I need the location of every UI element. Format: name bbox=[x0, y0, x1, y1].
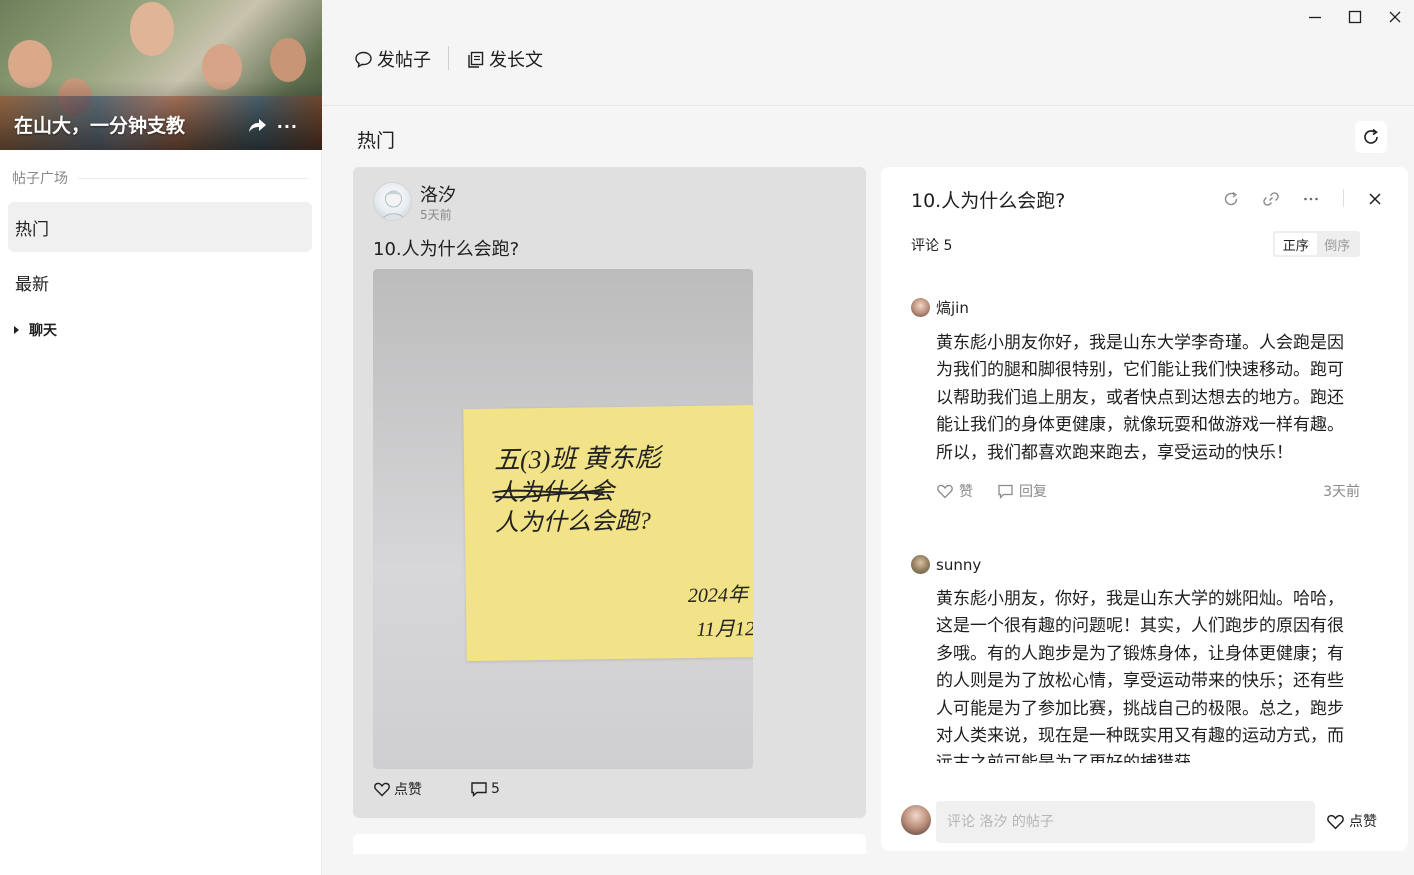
comment-button[interactable]: 5 bbox=[470, 780, 500, 798]
banner-figure bbox=[270, 38, 306, 82]
comment-like-label: 赞 bbox=[959, 484, 973, 501]
banner-title: 在山大，一分钟支教 bbox=[14, 115, 186, 137]
comment-reply-label: 回复 bbox=[1019, 484, 1047, 501]
note-line-2: 人为什么会跑? bbox=[495, 507, 651, 536]
sidebar-item-label: 热门 bbox=[15, 219, 49, 240]
comment-item: 熇jin 黄东彪小朋友你好，我是山东大学李奇瑾。人会跑是因为我们的腿和脚很特别，… bbox=[911, 297, 1371, 501]
more-icon[interactable]: ··· bbox=[277, 117, 298, 136]
comment-time: 3天前 bbox=[1323, 484, 1360, 501]
like-post-button[interactable]: 点赞 bbox=[1326, 811, 1377, 831]
banner-image[interactable]: 在山大，一分钟支教 ··· bbox=[0, 0, 322, 150]
sort-ascending-option[interactable]: 正序 bbox=[1275, 233, 1317, 255]
commenter-avatar[interactable] bbox=[911, 298, 930, 317]
comment-body: 黄东彪小朋友你好，我是山东大学李奇瑾。人会跑是因为我们的腿和脚很特别，它们能让我… bbox=[936, 333, 1344, 463]
sidebar-group-label: 聊天 bbox=[29, 323, 57, 339]
note-line-3: 2024年 bbox=[688, 584, 750, 607]
divider bbox=[78, 177, 308, 179]
comment-icon bbox=[471, 782, 487, 798]
section-label: 帖子广场 bbox=[12, 171, 68, 187]
user-avatar[interactable] bbox=[901, 805, 931, 835]
sidebar-item-latest[interactable]: 最新 bbox=[8, 257, 312, 307]
caret-right-icon bbox=[14, 326, 19, 334]
comment-item: sunny 黄东彪小朋友，你好，我是山东大学的姚阳灿。哈哈，这是一个很有趣的问题… bbox=[911, 555, 1371, 763]
section-header: 帖子广场 bbox=[12, 168, 308, 188]
post-card[interactable] bbox=[353, 834, 866, 854]
heart-icon bbox=[937, 484, 953, 499]
more-icon[interactable] bbox=[1299, 187, 1323, 211]
refresh-icon bbox=[1364, 128, 1378, 144]
minimize-icon[interactable] bbox=[1297, 6, 1333, 28]
author-avatar[interactable] bbox=[373, 182, 412, 221]
refresh-icon[interactable] bbox=[1219, 187, 1243, 211]
new-post-label: 发帖子 bbox=[377, 50, 431, 71]
post-detail-panel: 10.人为什么会跑? 评论 5 正序 倒序 熇jin 黄东彪小朋友你好，我是山东… bbox=[881, 167, 1408, 851]
comment-count: 5 bbox=[491, 781, 500, 797]
note-line-1: 五(3)班 黄东彪 bbox=[494, 443, 664, 474]
banner-figure bbox=[130, 2, 174, 56]
new-post-button[interactable]: 发帖子 bbox=[354, 46, 431, 72]
detail-title: 10.人为什么会跑? bbox=[911, 190, 1066, 212]
sidebar-item-label: 最新 bbox=[15, 274, 49, 295]
feed-title: 热门 bbox=[357, 130, 396, 152]
close-icon[interactable] bbox=[1363, 187, 1387, 211]
post-image[interactable]: 五(3)班 黄东彪 人为什么会 人为什么会跑? 2024年 11月12日 bbox=[373, 269, 753, 769]
comment-count-label: 评论 5 bbox=[911, 238, 953, 254]
speech-bubble-icon bbox=[355, 51, 372, 68]
link-icon[interactable] bbox=[1259, 187, 1283, 211]
new-article-button[interactable]: 发长文 bbox=[466, 46, 543, 72]
commenter-avatar[interactable] bbox=[911, 555, 930, 574]
comment-like-button[interactable]: 赞 bbox=[936, 481, 973, 501]
sticky-note: 五(3)班 黄东彪 人为什么会 人为什么会跑? 2024年 11月12日 bbox=[463, 404, 753, 662]
reply-icon bbox=[998, 484, 1013, 499]
divider bbox=[1343, 189, 1344, 207]
comment-body: 黄东彪小朋友，你好，我是山东大学的姚阳灿。哈哈，这是一个很有趣的问题呢！其实，人… bbox=[936, 589, 1344, 763]
note-line-4: 11月12日 bbox=[696, 618, 753, 641]
post-time: 5天前 bbox=[420, 208, 452, 222]
sort-descending-option[interactable]: 倒序 bbox=[1317, 233, 1359, 255]
sidebar-item-hot[interactable]: 热门 bbox=[8, 202, 312, 252]
comment-input[interactable] bbox=[936, 801, 1315, 843]
sidebar: 在山大，一分钟支教 ··· 帖子广场 热门 最新 聊天 bbox=[0, 0, 322, 875]
refresh-button[interactable] bbox=[1355, 121, 1387, 153]
post-author[interactable]: 洛汐 bbox=[420, 181, 456, 207]
handwriting: 五(3)班 黄东彪 人为什么会 人为什么会跑? 2024年 11月12日 bbox=[492, 443, 753, 641]
share-icon[interactable] bbox=[246, 114, 268, 136]
maximize-icon[interactable] bbox=[1337, 6, 1373, 28]
heart-icon bbox=[1327, 814, 1344, 829]
like-post-label: 点赞 bbox=[1349, 814, 1377, 830]
heart-icon bbox=[374, 782, 390, 797]
comment-reply-button[interactable]: 回复 bbox=[997, 481, 1047, 501]
commenter-name[interactable]: sunny bbox=[936, 556, 981, 574]
toolbar-divider bbox=[448, 46, 449, 70]
sidebar-group-chat[interactable]: 聊天 bbox=[14, 320, 57, 340]
sort-toggle: 正序 倒序 bbox=[1273, 231, 1360, 257]
like-label: 点赞 bbox=[394, 782, 422, 798]
post-actions: 点赞 5 bbox=[373, 779, 500, 799]
post-title[interactable]: 10.人为什么会跑? bbox=[373, 235, 519, 261]
comment-list[interactable]: 熇jin 黄东彪小朋友你好，我是山东大学李奇瑾。人会跑是因为我们的腿和脚很特别，… bbox=[881, 287, 1408, 763]
close-icon[interactable] bbox=[1377, 6, 1413, 28]
document-stack-icon bbox=[468, 51, 484, 68]
comment-composer: 点赞 bbox=[881, 797, 1408, 847]
like-button[interactable]: 点赞 bbox=[373, 779, 422, 799]
post-card[interactable]: 洛汐 5天前 10.人为什么会跑? 五(3)班 黄东彪 人为什么会 人为什么会跑… bbox=[353, 167, 866, 818]
new-article-label: 发长文 bbox=[489, 50, 543, 71]
commenter-name[interactable]: 熇jin bbox=[936, 297, 969, 318]
